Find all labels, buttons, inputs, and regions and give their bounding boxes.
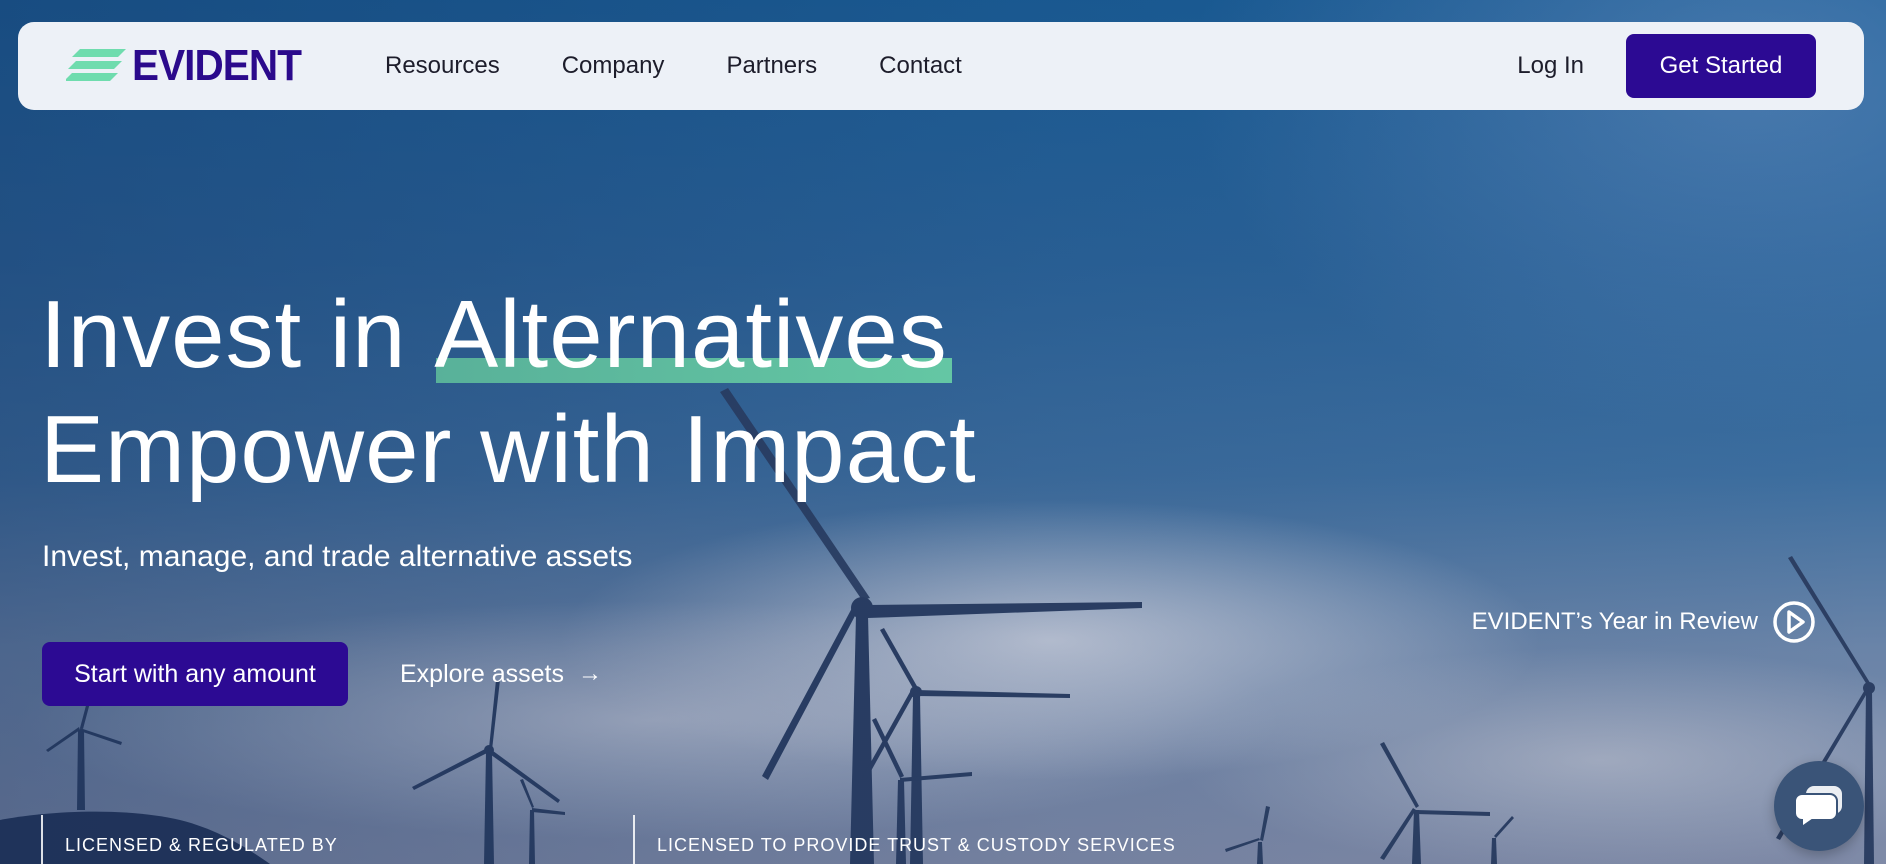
start-with-any-amount-button[interactable]: Start with any amount (42, 642, 348, 706)
primary-nav: Resources Company Partners Contact (385, 22, 1024, 110)
nav-link-resources[interactable]: Resources (385, 52, 500, 80)
nav-link-company[interactable]: Company (562, 52, 665, 80)
trust-custody-licence-label: LICENSED TO PROVIDE TRUST & CUSTODY SERV… (633, 815, 1176, 864)
hero-subtitle: Invest, manage, and trade alternative as… (42, 540, 633, 573)
explore-assets-label: Explore assets (400, 659, 564, 688)
year-in-review-video-link[interactable]: EVIDENT’s Year in Review (1472, 598, 1816, 646)
chat-bubble-icon (1794, 786, 1842, 828)
evident-logo[interactable]: EVIDENT (66, 44, 316, 88)
logo-wordmark: EVIDENT (132, 41, 302, 90)
play-circle-icon (1773, 601, 1815, 643)
hero-heading-prefix: Invest in (40, 281, 435, 388)
hero-heading-line-2: Empower with Impact (40, 396, 977, 503)
arrow-right-icon: → (577, 660, 602, 687)
explore-assets-link[interactable]: Explore assets → (400, 642, 602, 706)
nav-link-contact[interactable]: Contact (879, 52, 962, 80)
licensed-regulated-by-label: LICENSED & REGULATED BY (41, 815, 338, 864)
hero-heading-line-1: Invest in Alternatives (40, 280, 952, 390)
login-link[interactable]: Log In (1517, 22, 1584, 110)
chat-launcher-button[interactable] (1774, 761, 1864, 851)
year-in-review-label: EVIDENT’s Year in Review (1471, 608, 1758, 635)
get-started-button[interactable]: Get Started (1626, 34, 1816, 98)
nav-link-partners[interactable]: Partners (726, 52, 817, 80)
hero-heading-highlight: Alternatives (434, 281, 952, 388)
evident-logo-mark-icon (66, 49, 126, 81)
top-navigation-bar: EVIDENT Resources Company Partners Conta… (18, 22, 1864, 110)
